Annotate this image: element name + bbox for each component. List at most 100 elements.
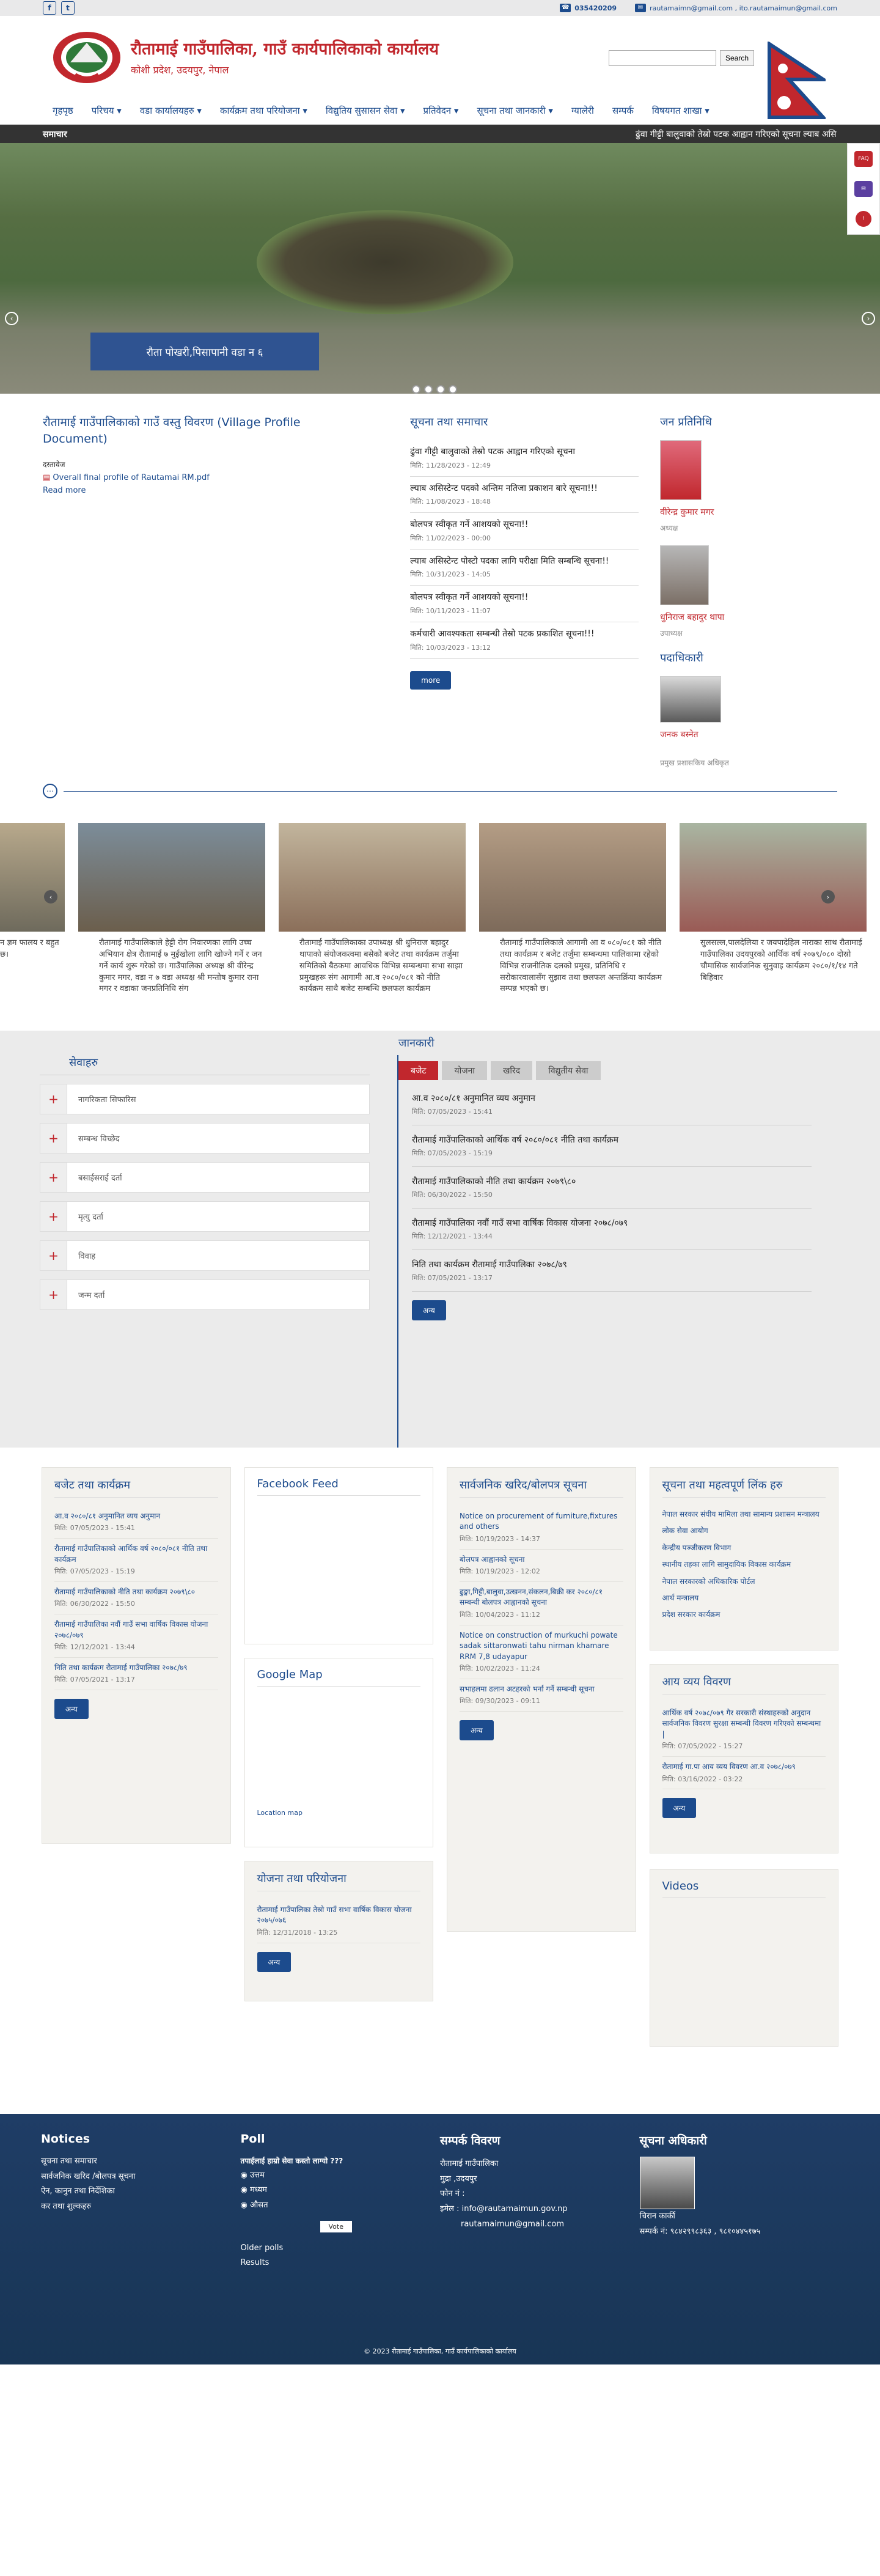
procurement-title[interactable]: Notice on procurement of furniture,fixtu…: [460, 1511, 623, 1533]
profile-title[interactable]: रौतामाई गाउँपालिकाको गाउँ वस्तु विवरण (V…: [43, 414, 340, 447]
yojana-more-button[interactable]: अन्य: [257, 1951, 292, 1972]
faq-icon[interactable]: FAQ: [854, 150, 873, 167]
poll-option[interactable]: ◉ औसत: [241, 2198, 441, 2214]
link-item[interactable]: प्रदेश सरकार कार्यक्रम: [662, 1606, 826, 1623]
procurement-title[interactable]: सभाहलमा ढलान अटहरको भर्ना गर्ने सम्बन्धी…: [460, 1684, 623, 1695]
search-button[interactable]: Search: [720, 50, 755, 66]
income-expense-item[interactable]: रौतामाई गा.पा आय व्यय विवरण आ.व २०७८/०७९…: [662, 1757, 826, 1790]
news-title[interactable]: बोलपत्र स्वीकृत गर्ने आशयको सूचना!!: [410, 592, 639, 604]
link-item[interactable]: लोक सेवा आयोग: [662, 1523, 826, 1539]
news-item[interactable]: ल्याब असिस्टेन्ट पोस्टो पदका लागि परीक्ष…: [410, 550, 639, 586]
procurement-title[interactable]: बोलपत्र आह्वानको सूचना: [460, 1555, 623, 1565]
yojana-item[interactable]: रौतामाई गाउँपालिका तेस्रो गाउँ सभा वार्ष…: [257, 1900, 421, 1943]
news-item[interactable]: बोलपत्र स्वीकृत गर्ने आशयको सूचना!! मिति:…: [410, 586, 639, 622]
slider-dot[interactable]: [436, 385, 445, 394]
service-item[interactable]: + जन्म दर्ता: [40, 1279, 370, 1310]
budget-more-button[interactable]: अन्य: [54, 1699, 89, 1720]
gallery-next-icon[interactable]: ›: [821, 890, 835, 903]
gallery-card[interactable]: रौतामाई गाउँपालिकाले आगामी आ व ०८०/०८१ क…: [479, 823, 666, 1031]
nav-about[interactable]: परिचय ▾: [92, 105, 122, 117]
news-item[interactable]: ल्याब असिस्टेन्ट पदको अन्तिम नतिजा प्रका…: [410, 477, 639, 513]
jankari-item[interactable]: रौतामाई गाउँपालिकाको आर्थिक वर्ष २०८०/०८…: [412, 1125, 812, 1167]
tab-eservice[interactable]: विद्युतीय सेवा: [536, 1061, 601, 1080]
news-item[interactable]: बोलपत्र स्वीकृत गर्ने आशयको सूचना!! मिति:…: [410, 513, 639, 550]
slider-next-icon[interactable]: ›: [862, 312, 875, 325]
news-item[interactable]: कर्मचारी आवश्यकता सम्बन्धी तेस्रो पटक प्…: [410, 622, 639, 659]
news-title[interactable]: ढुंवा गीट्टी बालुवाको तेस्रो पटक आह्वान …: [410, 446, 639, 458]
procurement-item[interactable]: बोलपत्र आह्वानको सूचना मिति: 10/19/2023 -…: [460, 1550, 623, 1583]
contact-line[interactable]: इमेल : info@rautamaimun.gov.np: [440, 2202, 640, 2217]
budget-item[interactable]: रौतामाई गाउँपालिकाको नीति तथा कार्यक्रम …: [54, 1582, 218, 1615]
service-item[interactable]: + मृत्यु दर्ता: [40, 1201, 370, 1232]
news-title[interactable]: ल्याब असिस्टेन्ट पोस्टो पदका लागि परीक्ष…: [410, 556, 639, 568]
link-item[interactable]: आर्थ मन्त्रालय: [662, 1590, 826, 1606]
slider-prev-icon[interactable]: ‹: [5, 312, 18, 325]
pdf-link[interactable]: ▤ Overall final profile of Rautamai RM.p…: [43, 473, 340, 482]
link-item[interactable]: नेपाल सरकारको अधिकारिक पोर्टल: [662, 1573, 826, 1590]
slider-dot[interactable]: [449, 385, 457, 394]
nav-gallery[interactable]: ग्यालेरी: [571, 105, 594, 117]
nav-departments[interactable]: विषयगत शाखा ▾: [652, 105, 710, 117]
nav-programs[interactable]: कार्यक्रम तथा परियोजना ▾: [220, 105, 307, 117]
procurement-item[interactable]: ढुङ्गा,गिट्टी,बालुवा,उत्खनन,संकलन,बिक्री…: [460, 1582, 623, 1625]
search-input[interactable]: [609, 50, 716, 66]
income-expense-title[interactable]: रौतामाई गा.पा आय व्यय विवरण आ.व २०७८/०७९: [662, 1762, 826, 1772]
results-link[interactable]: Results: [241, 2256, 441, 2271]
gallery-prev-icon[interactable]: ‹: [44, 890, 57, 903]
jankari-title[interactable]: निति तथा कार्यक्रम रौतामाई गाउँपालिका २०…: [412, 1259, 812, 1270]
yojana-title[interactable]: रौतामाई गाउँपालिका तेस्रो गाउँ सभा वार्ष…: [257, 1905, 421, 1926]
slider-dot[interactable]: [412, 385, 420, 394]
service-item[interactable]: + बसाईसराई दर्ता: [40, 1162, 370, 1193]
nav-ward-offices[interactable]: वडा कार्यालयहरु ▾: [140, 105, 202, 117]
poll-option[interactable]: ◉ मध्यम: [241, 2183, 441, 2198]
slider-dot[interactable]: [424, 385, 433, 394]
jankari-item[interactable]: निति तथा कार्यक्रम रौतामाई गाउँपालिका २०…: [412, 1250, 812, 1292]
map-image[interactable]: Location map: [257, 1809, 421, 1817]
jankari-item[interactable]: आ.व २०८०/८१ अनुमानित व्यय अनुमान मिति: 07…: [412, 1084, 812, 1125]
procurement-more-button[interactable]: अन्य: [460, 1720, 494, 1741]
jankari-more-button[interactable]: अन्य: [412, 1300, 446, 1320]
jankari-title[interactable]: रौतामाई गाउँपालिका नवौं गाउँ सभा वार्षिक…: [412, 1217, 812, 1229]
income-expense-item[interactable]: आर्थिक वर्ष २०७८/०७९ गैर सरकारी संस्थाहर…: [662, 1703, 826, 1757]
service-item[interactable]: + सम्बन्ध विच्छेद: [40, 1123, 370, 1154]
vote-button[interactable]: Vote: [320, 2220, 352, 2232]
jankari-item[interactable]: रौतामाई गाउँपालिकाको नीति तथा कार्यक्रम …: [412, 1167, 812, 1209]
news-more-button[interactable]: more: [410, 671, 452, 690]
poll-option[interactable]: ◉ उत्तम: [241, 2168, 441, 2184]
nav-notices[interactable]: सूचना तथा जानकारी ▾: [477, 105, 553, 117]
budget-title[interactable]: रौतामाई गाउँपालिका नवौं गाउँ सभा वार्षिक…: [54, 1619, 218, 1641]
nav-e-governance[interactable]: विद्युतिय सुसासन सेवा ▾: [326, 105, 405, 117]
nav-reports[interactable]: प्रतिवेदन ▾: [424, 105, 459, 117]
income-expense-more-button[interactable]: अन्य: [662, 1798, 697, 1819]
older-polls-link[interactable]: Older polls: [241, 2241, 441, 2256]
budget-title[interactable]: निति तथा कार्यक्रम रौतामाई गाउँपालिका २०…: [54, 1663, 218, 1673]
footer-link[interactable]: सूचना तथा समाचार: [41, 2154, 241, 2169]
contact-line[interactable]: rautamaimun@gmail.com: [440, 2217, 640, 2232]
news-title[interactable]: ल्याब असिस्टेन्ट पदको अन्तिम नतिजा प्रका…: [410, 483, 639, 495]
gallery-card[interactable]: रौतामाई गाउँपालिकाले हेट्टी रोग निवारणका…: [78, 823, 265, 1031]
service-item[interactable]: + नागरिकता सिफारिस: [40, 1084, 370, 1114]
procurement-title[interactable]: Notice on construction of murkuchi powat…: [460, 1630, 623, 1662]
gallery-card[interactable]: रौतामाई गाउँपालिकाका उपाध्यक्ष श्री धुनि…: [279, 823, 466, 1031]
jankari-item[interactable]: रौतामाई गाउँपालिका नवौं गाउँ सभा वार्षिक…: [412, 1209, 812, 1250]
budget-title[interactable]: आ.व २०८०/८१ अनुमानित व्यय अनुमान: [54, 1511, 218, 1522]
jankari-title[interactable]: आ.व २०८०/८१ अनुमानित व्यय अनुमान: [412, 1092, 812, 1104]
tab-yojana[interactable]: योजना: [442, 1061, 487, 1080]
budget-item[interactable]: रौतामाई गाउँपालिका नवौं गाउँ सभा वार्षिक…: [54, 1614, 218, 1658]
news-title[interactable]: बोलपत्र स्वीकृत गर्ने आशयको सूचना!!: [410, 519, 639, 531]
nepal-emblem-logo[interactable]: [52, 26, 122, 87]
alert-icon[interactable]: !: [856, 211, 871, 227]
income-expense-title[interactable]: आर्थिक वर्ष २०७८/०७९ गैर सरकारी संस्थाहर…: [662, 1708, 826, 1740]
budget-title[interactable]: रौतामाई गाउँपालिकाको नीति तथा कार्यक्रम …: [54, 1587, 218, 1597]
jankari-title[interactable]: रौतामाई गाउँपालिकाको नीति तथा कार्यक्रम …: [412, 1176, 812, 1187]
chat-icon[interactable]: ✉: [854, 180, 873, 197]
budget-item[interactable]: निति तथा कार्यक्रम रौतामाई गाउँपालिका २०…: [54, 1658, 218, 1691]
footer-link[interactable]: ऐन, कानुन तथा निर्देशिका: [41, 2184, 241, 2199]
read-more-link[interactable]: Read more: [43, 486, 340, 495]
nav-contact[interactable]: सम्पर्क: [612, 105, 634, 117]
gallery-card[interactable]: सुलसल्ल,पालदेलिया र जयपादेहिल नाराका साथ…: [680, 823, 867, 1031]
budget-title[interactable]: रौतामाई गाउँपालिकाको आर्थिक वर्ष २०८०/०८…: [54, 1544, 218, 1565]
procurement-item[interactable]: सभाहलमा ढलान अटहरको भर्ना गर्ने सम्बन्धी…: [460, 1679, 623, 1712]
gallery-icon[interactable]: ⋯: [43, 784, 57, 798]
procurement-item[interactable]: Notice on procurement of furniture,fixtu…: [460, 1506, 623, 1550]
